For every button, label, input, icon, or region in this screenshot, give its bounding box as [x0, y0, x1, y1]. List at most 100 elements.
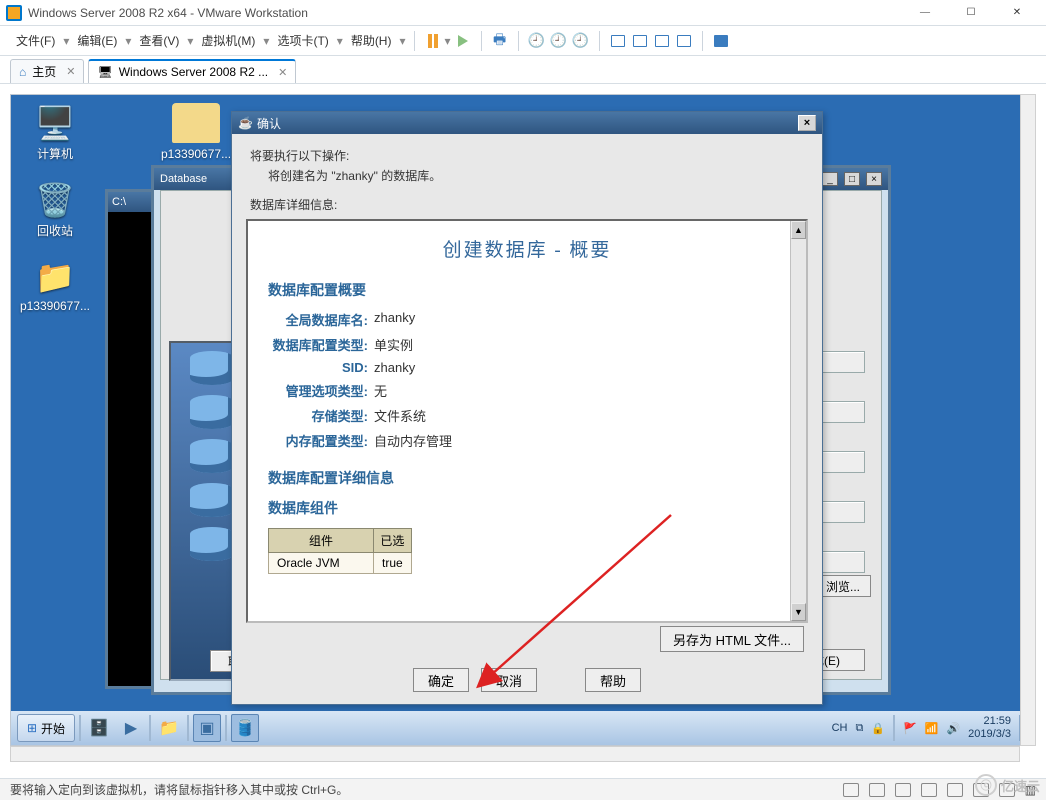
summary-title: 创建数据库 - 概要 [268, 235, 786, 262]
desktop-folder1-label: p13390677... [161, 147, 231, 161]
th-component: 组件 [269, 529, 374, 553]
scrollbar[interactable] [790, 221, 806, 621]
console-icon[interactable] [652, 31, 672, 51]
minimize-button[interactable]: — [902, 1, 948, 25]
flag-icon[interactable]: 🚩 [903, 722, 917, 735]
start-label: 开始 [41, 720, 65, 737]
db-max-button[interactable]: □ [844, 172, 860, 186]
desktop-recycle-icon[interactable]: 🗑️ 回收站 [19, 180, 91, 239]
confirm-dialog: ☕ 确认 × 将要执行以下操作: 将创建名为 "zhanky" 的数据库。 数据… [231, 111, 823, 705]
play-icon[interactable] [453, 31, 473, 51]
oracle-cylinder-icon [190, 483, 234, 517]
td-selected: true [374, 553, 412, 574]
tray-icon[interactable]: ⧉ [856, 722, 864, 735]
db-min-button[interactable]: _ [822, 172, 838, 186]
home-icon: ⌂ [19, 65, 26, 79]
section-overview: 数据库配置概要 [268, 280, 786, 300]
tray-icon[interactable]: 🔒 [871, 722, 885, 735]
device-printer-icon[interactable] [973, 783, 989, 797]
confirm-line1: 将要执行以下操作: [250, 146, 804, 166]
viewport-scrollbar-x[interactable] [10, 746, 1020, 762]
network-icon[interactable]: 📶 [925, 722, 939, 735]
send-ctrl-icon[interactable]: 🖶 [490, 31, 510, 51]
device-hdd-icon[interactable] [843, 783, 859, 797]
vmware-titlebar: Windows Server 2008 R2 x64 - VMware Work… [0, 0, 1046, 26]
menu-tabs[interactable]: 选项卡(T) [271, 28, 334, 53]
device-usb-icon[interactable] [921, 783, 937, 797]
ok-button[interactable]: 确定 [413, 668, 469, 692]
vmware-menubar: 文件(F)▾ 编辑(E)▾ 查看(V)▾ 虚拟机(M)▾ 选项卡(T)▾ 帮助(… [0, 26, 1046, 56]
confirm-button-row: 确定 取消 帮助 [232, 668, 822, 692]
oracle-cylinder-icon [190, 527, 234, 561]
viewport-scrollbar-y[interactable] [1020, 94, 1036, 746]
kv-sid-v: zhanky [374, 360, 415, 375]
lang-indicator[interactable]: CH [832, 722, 848, 734]
time: 21:59 [968, 715, 1011, 728]
table-row: Oracle JVM true [269, 553, 412, 574]
summary-content: 创建数据库 - 概要 数据库配置概要 全局数据库名:zhanky 数据库配置类型… [248, 221, 806, 584]
menu-edit[interactable]: 编辑(E) [71, 28, 123, 53]
folder-icon: 📁 [31, 257, 79, 297]
save-html-button[interactable]: 另存为 HTML 文件... [660, 626, 804, 652]
vmware-tabbar: ⌂ 主页 ✕ 🖥 Windows Server 2008 R2 ... ✕ [0, 56, 1046, 84]
kv-global-v: zhanky [374, 310, 415, 329]
menu-view[interactable]: 查看(V) [133, 28, 185, 53]
desktop-icons: 🖥️ 计算机 🗑️ 回收站 📁 p13390677... [19, 103, 91, 313]
confirm-title: 确认 [257, 115, 281, 132]
java-icon: ☕ [238, 116, 253, 130]
menu-help[interactable]: 帮助(H) [345, 28, 398, 53]
desktop-computer-label: 计算机 [37, 145, 73, 162]
unity-icon[interactable] [630, 31, 650, 51]
tb-server-icon[interactable]: 🗄️ [85, 714, 113, 742]
device-display-icon[interactable] [999, 783, 1015, 797]
confirm-titlebar[interactable]: ☕ 确认 × [232, 112, 822, 134]
snapshot-icon[interactable]: 🕘 [527, 31, 547, 51]
system-tray: CH ⧉ 🔒 🚩 📶 🔊 21:59 2019/3/3 [832, 715, 1029, 741]
menu-file[interactable]: 文件(F) [10, 28, 61, 53]
tb-cmd-icon[interactable]: ▣ [193, 714, 221, 742]
vm-viewport[interactable]: 🖥️ 计算机 🗑️ 回收站 📁 p13390677... p13390677..… [10, 94, 1036, 746]
vmware-statusbar: 要将输入定向到该虚拟机，请将鼠标指针移入其中或按 Ctrl+G。 ▥ [0, 778, 1046, 800]
clock[interactable]: 21:59 2019/3/3 [968, 715, 1011, 740]
pause-icon[interactable] [423, 31, 443, 51]
cmd-title: C:\ [112, 196, 126, 208]
tab-vm[interactable]: 🖥 Windows Server 2008 R2 ... ✕ [88, 59, 296, 83]
start-button[interactable]: ⊞ 开始 [17, 714, 75, 742]
device-cd-icon[interactable] [869, 783, 885, 797]
device-net-icon[interactable] [895, 783, 911, 797]
snapshot-revert-icon[interactable]: 🕘 [571, 31, 591, 51]
computer-icon: 🖥️ [31, 103, 79, 143]
snapshot-manage-icon[interactable]: 🕘 [549, 31, 569, 51]
menu-vm[interactable]: 虚拟机(M) [195, 28, 261, 53]
tb-powershell-icon[interactable]: ▶ [117, 714, 145, 742]
device-toggle-icon[interactable]: ▥ [1025, 783, 1036, 797]
components-table: 组件 已选 Oracle JVM true [268, 528, 412, 574]
kv-storage-k: 存储类型: [268, 406, 368, 425]
maximize-button[interactable]: ☐ [948, 1, 994, 25]
fullscreen-icon[interactable] [608, 31, 628, 51]
desktop-folder2-label: p13390677... [20, 299, 90, 313]
stretch-icon[interactable] [674, 31, 694, 51]
tab-home-close[interactable]: ✕ [66, 65, 75, 78]
vmware-icon [6, 5, 22, 21]
browse-button[interactable]: 浏览... [815, 575, 871, 597]
tb-explorer-icon[interactable]: 📁 [155, 714, 183, 742]
tb-oracle-icon[interactable]: 🛢️ [231, 714, 259, 742]
kv-mgmt-v: 无 [374, 381, 387, 400]
desktop-folder2-icon[interactable]: 📁 p13390677... [19, 257, 91, 313]
desktop-folder1-icon[interactable]: p13390677... [161, 103, 231, 161]
cancel-button[interactable]: 取消 [481, 668, 537, 692]
close-button[interactable]: ✕ [994, 1, 1040, 25]
oracle-cylinder-icon [190, 395, 234, 429]
desktop-computer-icon[interactable]: 🖥️ 计算机 [19, 103, 91, 162]
help-button[interactable]: 帮助 [585, 668, 641, 692]
device-sound-icon[interactable] [947, 783, 963, 797]
tab-home[interactable]: ⌂ 主页 ✕ [10, 59, 84, 83]
sound-icon[interactable]: 🔊 [946, 722, 960, 735]
tab-vm-close[interactable]: ✕ [278, 66, 287, 79]
confirm-close-button[interactable]: × [798, 115, 816, 131]
db-close-button[interactable]: × [866, 172, 882, 186]
section-components: 数据库组件 [268, 498, 786, 518]
desktop-recycle-label: 回收站 [37, 222, 73, 239]
thumbnail-icon[interactable] [711, 31, 731, 51]
